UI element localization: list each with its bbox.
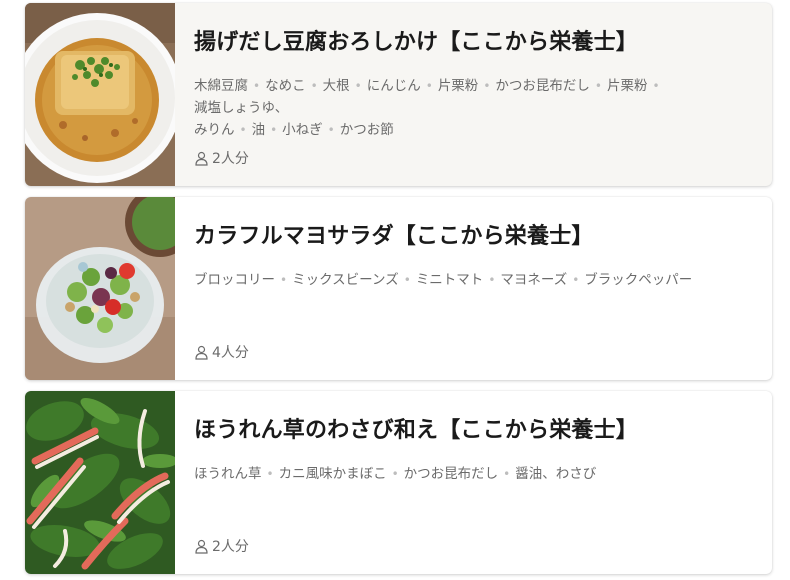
person-icon	[195, 345, 208, 360]
ingredient: ミニトマト	[415, 272, 484, 288]
ingredient-list: ブロッコリー • ミックスビーンズ • ミニトマト • マヨネーズ • ブラックペッパー	[194, 269, 750, 291]
ingredient: なめこ	[265, 78, 306, 94]
recipe-title[interactable]: カラフルマヨサラダ【ここから栄養士】	[194, 218, 594, 250]
mayo-salad-photo[interactable]	[25, 197, 175, 380]
ingredient: かつお昆布だし	[403, 466, 499, 482]
servings: 2人分	[194, 536, 249, 556]
recipe-card[interactable]: ほうれん草のわさび和え【ここから栄養士】 ほうれん草 • カニ風味かまぼこ • かつお昆…	[25, 391, 772, 574]
ingredient: カニ風味かまぼこ	[278, 466, 387, 482]
separator-dot: •	[310, 79, 318, 93]
separator-dot: •	[327, 123, 335, 137]
ingredient: ミックスビーンズ	[292, 272, 399, 288]
ingredient-list: ほうれん草 • カニ風味かまぼこ • かつお昆布だし • 醤油、わさび	[194, 463, 750, 485]
recipe-list: 揚げだし豆腐おろしかけ【ここから栄養士】 木綿豆腐 • なめこ • 大根 • にんじん • 片栗…	[0, 0, 790, 580]
recipe-title[interactable]: 揚げだし豆腐おろしかけ【ここから栄養士】	[194, 24, 638, 56]
separator-dot: •	[652, 79, 660, 93]
ingredient: にんじん	[366, 78, 421, 94]
ingredient: かつお節	[339, 122, 394, 138]
person-icon	[195, 539, 208, 554]
ingredient: 片栗粉	[437, 78, 479, 94]
servings: 4人分	[194, 342, 249, 362]
separator-dot: •	[280, 273, 288, 287]
separator-dot: •	[354, 79, 362, 93]
recipe-card[interactable]: カラフルマヨサラダ【ここから栄養士】 ブロッコリー • ミックスビーンズ • ミニトマト…	[25, 197, 772, 380]
servings-label: 2人分	[212, 539, 249, 555]
spinach-wasabi-photo[interactable]	[25, 391, 175, 574]
separator-dot: •	[483, 79, 491, 93]
person-icon	[195, 151, 208, 166]
separator-dot: •	[253, 79, 261, 93]
ingredient: 醤油、わさび	[515, 466, 597, 482]
ingredient: ほうれん草	[194, 466, 262, 482]
recipe-card-body: ほうれん草のわさび和え【ここから栄養士】 ほうれん草 • カニ風味かまぼこ • かつお昆…	[175, 391, 772, 574]
separator-dot: •	[503, 467, 511, 481]
ingredient: ブロッコリー	[194, 272, 275, 288]
servings-label: 2人分	[212, 151, 249, 167]
ingredient: かつお昆布だし	[495, 78, 590, 94]
separator-dot: •	[572, 273, 580, 287]
recipe-card-body: カラフルマヨサラダ【ここから栄養士】 ブロッコリー • ミックスビーンズ • ミニトマト…	[175, 197, 772, 380]
separator-dot: •	[594, 79, 602, 93]
ingredient: 大根	[322, 78, 350, 94]
separator-dot: •	[270, 123, 278, 137]
servings: 2人分	[194, 148, 249, 168]
ingredient: みりん	[194, 122, 235, 138]
agedashi-tofu-photo[interactable]	[25, 3, 175, 186]
recipe-card-body: 揚げだし豆腐おろしかけ【ここから栄養士】 木綿豆腐 • なめこ • 大根 • にんじん • 片栗…	[175, 3, 772, 186]
ingredient: 木綿豆腐	[194, 78, 248, 94]
separator-dot: •	[266, 467, 274, 481]
recipe-card[interactable]: 揚げだし豆腐おろしかけ【ここから栄養士】 木綿豆腐 • なめこ • 大根 • にんじん • 片栗…	[25, 3, 772, 186]
separator-dot: •	[391, 467, 399, 481]
ingredient-list: 木綿豆腐 • なめこ • 大根 • にんじん • 片栗粉 • かつお昆布だし • 片栗粉 • 減塩しょうゆ、…	[194, 75, 750, 141]
ingredient: 油	[251, 122, 266, 138]
separator-dot: •	[403, 273, 411, 287]
ingredient: 減塩しょうゆ、	[194, 100, 289, 116]
servings-label: 4人分	[212, 345, 249, 361]
separator-dot: •	[425, 79, 433, 93]
separator-dot: •	[239, 123, 247, 137]
ingredient: ブラックペッパー	[584, 272, 693, 288]
ingredient: 小ねぎ	[282, 122, 323, 138]
ingredient: 片栗粉	[606, 78, 648, 94]
separator-dot: •	[488, 273, 496, 287]
ingredient: マヨネーズ	[500, 272, 568, 288]
recipe-title[interactable]: ほうれん草のわさび和え【ここから栄養士】	[194, 412, 638, 444]
